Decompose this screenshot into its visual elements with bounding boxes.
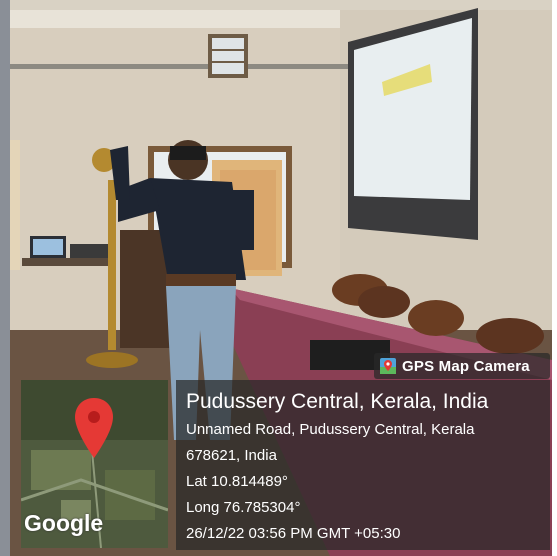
address-line-1: Unnamed Road, Pudussery Central, Kerala [186, 421, 475, 438]
google-logo: Google [24, 510, 104, 536]
gps-camera-label: GPS Map Camera [402, 357, 530, 375]
longitude: Long 76.785304° [186, 499, 301, 516]
timestamp: 26/12/22 03:56 PM GMT +05:30 [186, 525, 401, 542]
gps-camera-badge: GPS Map Camera [374, 353, 550, 379]
map-pin-icon [380, 358, 396, 374]
address-line-2: 678621, India [186, 447, 277, 464]
photo: GPS Map Camera Google Pudussery Central,… [0, 0, 557, 556]
location-title: Pudussery Central, Kerala, India [186, 390, 489, 413]
map-thumbnail: Google [21, 380, 168, 548]
latitude: Lat 10.814489° [186, 473, 288, 490]
